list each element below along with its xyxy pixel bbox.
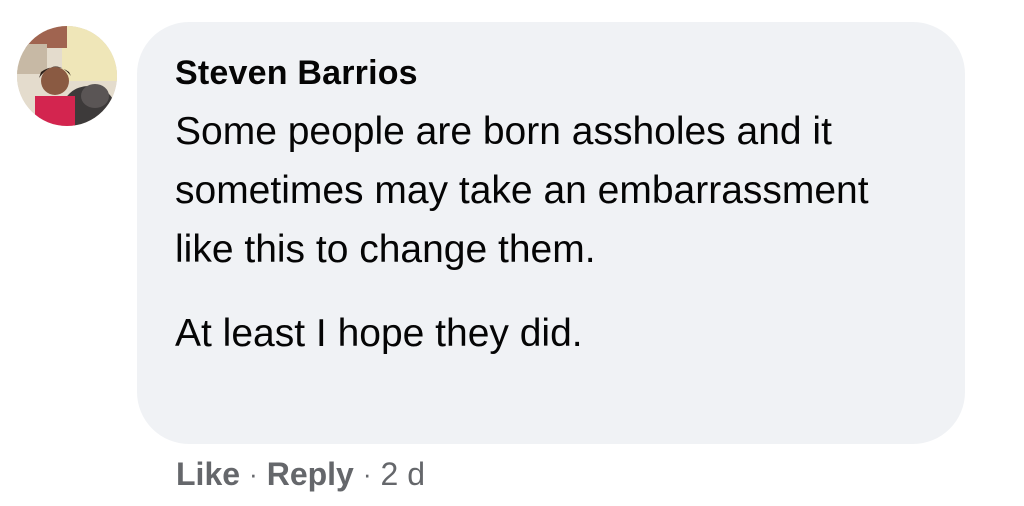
action-separator: · [362, 458, 372, 489]
like-button[interactable]: Like [176, 456, 240, 493]
comment-author[interactable]: Steven Barrios [175, 52, 927, 94]
comment-bubble: Steven Barrios Some people are born assh… [137, 22, 965, 444]
comment-text-paragraph: Some people are born assholes and it som… [175, 110, 869, 271]
comment-text-paragraph: At least I hope they did. [175, 312, 583, 355]
comment-actions: Like · Reply · 2 d [176, 452, 425, 496]
comment-timestamp[interactable]: 2 d [381, 456, 425, 493]
avatar-photo [17, 26, 117, 126]
reply-button[interactable]: Reply [267, 456, 354, 493]
avatar[interactable] [17, 26, 117, 126]
action-separator: · [249, 458, 258, 489]
comment: Steven Barrios Some people are born assh… [0, 0, 1024, 506]
